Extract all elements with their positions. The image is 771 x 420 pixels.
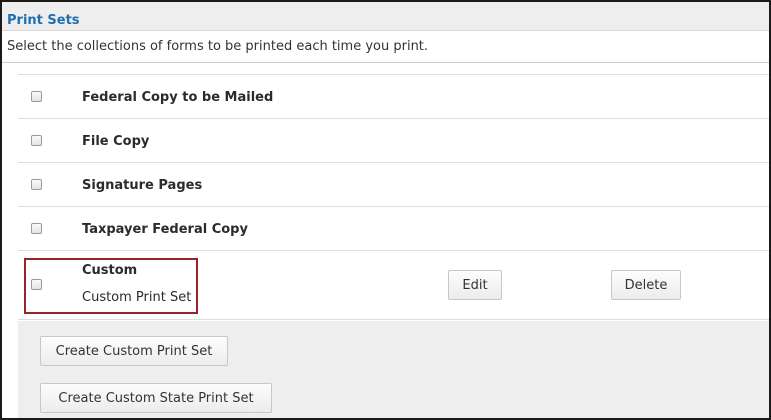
create-custom-print-set-button[interactable]: Create Custom Print Set	[40, 336, 228, 366]
print-set-checkbox[interactable]	[31, 223, 42, 234]
custom-print-set-name: Custom Print Set	[82, 290, 192, 305]
print-set-list: Federal Copy to be Mailed File Copy Sign…	[18, 74, 769, 320]
list-item: Taxpayer Federal Copy	[18, 207, 769, 251]
print-set-checkbox[interactable]	[31, 179, 42, 190]
actions-area: Create Custom Print Set Create Custom St…	[18, 321, 769, 418]
print-set-label: File Copy	[82, 134, 150, 149]
edit-button[interactable]: Edit	[448, 270, 502, 300]
create-custom-state-print-set-button[interactable]: Create Custom State Print Set	[40, 383, 272, 413]
custom-print-set-row: Custom Custom Print Set Edit Delete	[18, 251, 769, 320]
panel-title: Print Sets	[7, 13, 80, 28]
list-item: Signature Pages	[18, 163, 769, 207]
custom-title: Custom	[82, 263, 138, 278]
delete-button[interactable]: Delete	[611, 270, 681, 300]
print-set-checkbox[interactable]	[31, 91, 42, 102]
print-set-label: Taxpayer Federal Copy	[82, 222, 248, 237]
print-sets-panel: Print Sets Select the collections of for…	[0, 0, 771, 420]
instructions-text: Select the collections of forms to be pr…	[7, 39, 429, 54]
print-set-label: Federal Copy to be Mailed	[82, 90, 274, 105]
custom-print-set-checkbox[interactable]	[31, 279, 42, 290]
print-set-label: Signature Pages	[82, 178, 203, 193]
list-item: Federal Copy to be Mailed	[18, 75, 769, 119]
panel-header: Print Sets	[2, 2, 769, 31]
print-set-checkbox[interactable]	[31, 135, 42, 146]
list-item: File Copy	[18, 119, 769, 163]
divider	[2, 62, 769, 63]
